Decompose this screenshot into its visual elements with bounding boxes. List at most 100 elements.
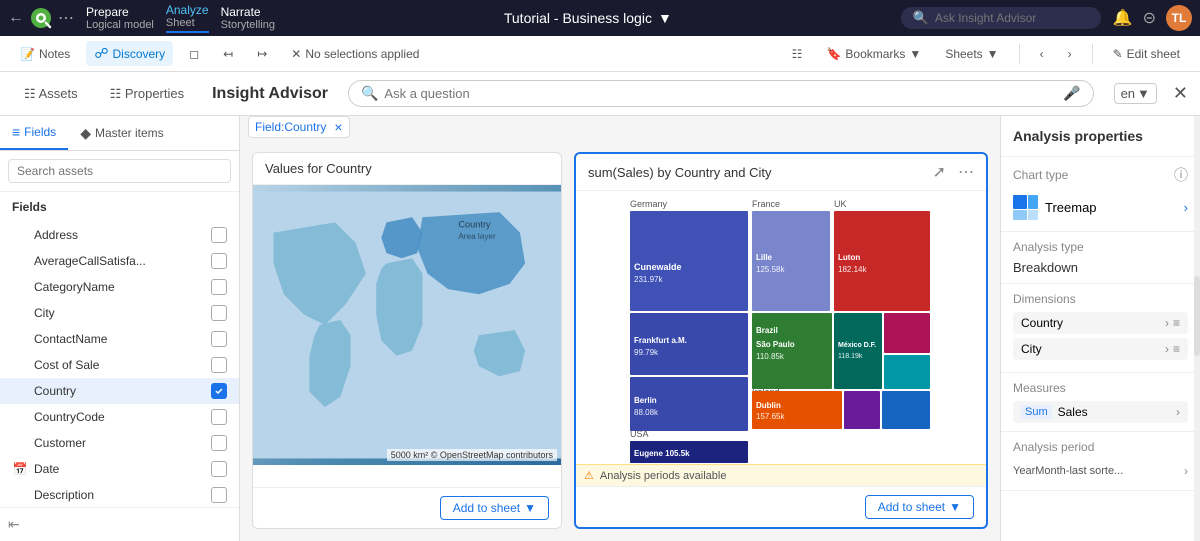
dimension-city[interactable]: City › ≡ — [1013, 338, 1188, 360]
insight-question-field[interactable]: 🔍 🎤 — [348, 80, 1094, 107]
field-item-category[interactable]: CategoryName — [0, 274, 239, 300]
app-title-dropdown[interactable]: ▼ — [658, 10, 672, 26]
field-item-cost[interactable]: Cost of Sale — [0, 352, 239, 378]
prev-button[interactable]: ‹ — [1032, 43, 1052, 65]
field-item-description[interactable]: Description — [0, 482, 239, 507]
field-checkbox-date[interactable] — [211, 461, 227, 477]
question-input[interactable] — [384, 86, 1057, 101]
grid-view-icon[interactable]: ☷ — [784, 43, 811, 65]
svg-text:Eugene 105.5k: Eugene 105.5k — [634, 449, 690, 458]
asset-search-input[interactable] — [8, 159, 231, 183]
field-checkbox-customer[interactable] — [211, 435, 227, 451]
field-item-country[interactable]: Country — [0, 378, 239, 404]
scroll-indicator[interactable] — [1194, 276, 1200, 356]
nav-analyze[interactable]: Analyze Sheet — [166, 3, 209, 33]
sheets-label: Sheets — [945, 47, 982, 61]
field-checkbox-countrycode[interactable] — [211, 409, 227, 425]
asset-search-area[interactable] — [0, 151, 239, 192]
dimension-city-expand[interactable]: › — [1165, 342, 1169, 356]
edit-sheet-button[interactable]: ✎ Edit sheet — [1105, 43, 1188, 65]
treemap-add-to-sheet-button[interactable]: Add to sheet ▼ — [865, 495, 974, 519]
properties-tab[interactable]: ☷ Properties — [98, 82, 197, 106]
field-name-city: City — [34, 306, 55, 320]
chart-type-item[interactable]: Treemap › — [1013, 191, 1188, 223]
field-checkbox-address[interactable] — [211, 227, 227, 243]
dimension-country[interactable]: Country › ≡ — [1013, 312, 1188, 334]
field-name-avgcall: AverageCallSatisfa... — [34, 254, 146, 268]
treemap-add-dropdown[interactable]: ▼ — [949, 500, 961, 514]
collapse-panel-btn[interactable]: ⇤ — [0, 507, 239, 541]
svg-text:118.19k: 118.19k — [838, 353, 863, 360]
master-icon: ◆ — [80, 125, 91, 142]
lang-dropdown-icon: ▼ — [1137, 86, 1150, 101]
selection-icon-2[interactable]: ↤ — [215, 43, 241, 65]
content-area: Field:Country × Values for Country — [240, 116, 1000, 541]
selection-icon-1[interactable]: ◻ — [181, 43, 207, 65]
field-item-date[interactable]: 📅 Date — [0, 456, 239, 482]
properties-label: Properties — [125, 86, 184, 101]
field-checkbox-avgcall[interactable] — [211, 253, 227, 269]
field-name-customer: Customer — [34, 436, 86, 450]
field-item-countrycode[interactable]: CountryCode — [0, 404, 239, 430]
field-item-customer[interactable]: Customer — [0, 430, 239, 456]
field-checkbox-contact[interactable] — [211, 331, 227, 347]
period-item[interactable]: YearMonth-last sorte... › — [1013, 460, 1188, 482]
language-selector[interactable]: en ▼ — [1114, 83, 1157, 104]
fields-tab[interactable]: ≡ Fields — [0, 116, 68, 150]
search-icon: 🔍 — [913, 10, 929, 26]
field-item-avgcall[interactable]: AverageCallSatisfa... — [0, 248, 239, 274]
analysis-type-value: Breakdown — [1013, 260, 1188, 275]
measure-expand[interactable]: › — [1176, 405, 1180, 419]
edit-icon: ✎ — [1113, 47, 1123, 61]
treemap-more-icon[interactable]: ⋯ — [958, 162, 974, 182]
map-add-dropdown[interactable]: ▼ — [524, 501, 536, 515]
insight-search-bar[interactable]: 🔍 — [901, 7, 1101, 29]
selection-clear-btn[interactable]: ✕ No selections applied — [283, 43, 427, 65]
svg-text:182.14k: 182.14k — [838, 265, 867, 274]
dimension-country-expand[interactable]: › — [1165, 316, 1169, 330]
field-checkbox-description[interactable] — [211, 487, 227, 503]
field-checkbox-category[interactable] — [211, 279, 227, 295]
help-icon[interactable]: ⓘ — [1174, 165, 1188, 185]
field-checkbox-city[interactable] — [211, 305, 227, 321]
grid-icon[interactable]: ⊝ — [1143, 8, 1156, 28]
sheets-button[interactable]: Sheets ▼ — [937, 43, 1006, 65]
dimension-country-drag[interactable]: ≡ — [1173, 316, 1180, 330]
field-list: Address AverageCallSatisfa... CategoryNa… — [0, 222, 239, 507]
bell-icon[interactable]: 🔔 — [1113, 8, 1133, 28]
close-button[interactable]: ✕ — [1173, 83, 1188, 104]
master-items-tab[interactable]: ◆ Master items — [68, 116, 175, 150]
map-add-label: Add to sheet — [453, 501, 520, 515]
selection-icon-3[interactable]: ↦ — [249, 43, 275, 65]
field-tag-remove[interactable]: × — [334, 119, 342, 135]
field-item-address[interactable]: Address — [0, 222, 239, 248]
field-checkbox-country[interactable] — [211, 383, 227, 399]
field-item-city[interactable]: City — [0, 300, 239, 326]
period-expand[interactable]: › — [1184, 464, 1188, 478]
avatar[interactable]: TL — [1166, 5, 1192, 31]
back-icon[interactable]: ← — [8, 9, 24, 27]
measure-item[interactable]: Sum Sales › — [1013, 401, 1188, 423]
map-add-to-sheet-button[interactable]: Add to sheet ▼ — [440, 496, 549, 520]
mic-icon[interactable]: 🎤 — [1063, 85, 1080, 102]
notes-button[interactable]: 📝 Notes — [12, 43, 78, 65]
insight-search-input[interactable] — [935, 11, 1075, 25]
map-card-body: Country Area layer 5000 km² © OpenStreet… — [253, 185, 561, 487]
field-checkbox-cost[interactable] — [211, 357, 227, 373]
next-button[interactable]: › — [1060, 43, 1080, 65]
svg-text:125.58k: 125.58k — [756, 265, 785, 274]
fullscreen-icon[interactable]: ➚ — [933, 162, 946, 182]
discovery-button[interactable]: ☍ Discovery — [86, 41, 173, 66]
field-item-contact[interactable]: ContactName — [0, 326, 239, 352]
field-name-description: Description — [34, 488, 94, 502]
nav-narrate[interactable]: Narrate Storytelling — [221, 5, 275, 31]
nav-prepare[interactable]: Prepare Logical model — [86, 5, 154, 31]
field-name-category: CategoryName — [34, 280, 115, 294]
field-name-cost: Cost of Sale — [34, 358, 99, 372]
dimension-city-drag[interactable]: ≡ — [1173, 342, 1180, 356]
assets-tab[interactable]: ☷ Assets — [12, 82, 90, 106]
bookmarks-button[interactable]: 🔖 Bookmarks ▼ — [818, 43, 929, 65]
sheets-dropdown: ▼ — [987, 47, 999, 61]
chart-type-value: Treemap — [1045, 200, 1097, 215]
more-icon[interactable]: ⋯ — [58, 8, 74, 28]
